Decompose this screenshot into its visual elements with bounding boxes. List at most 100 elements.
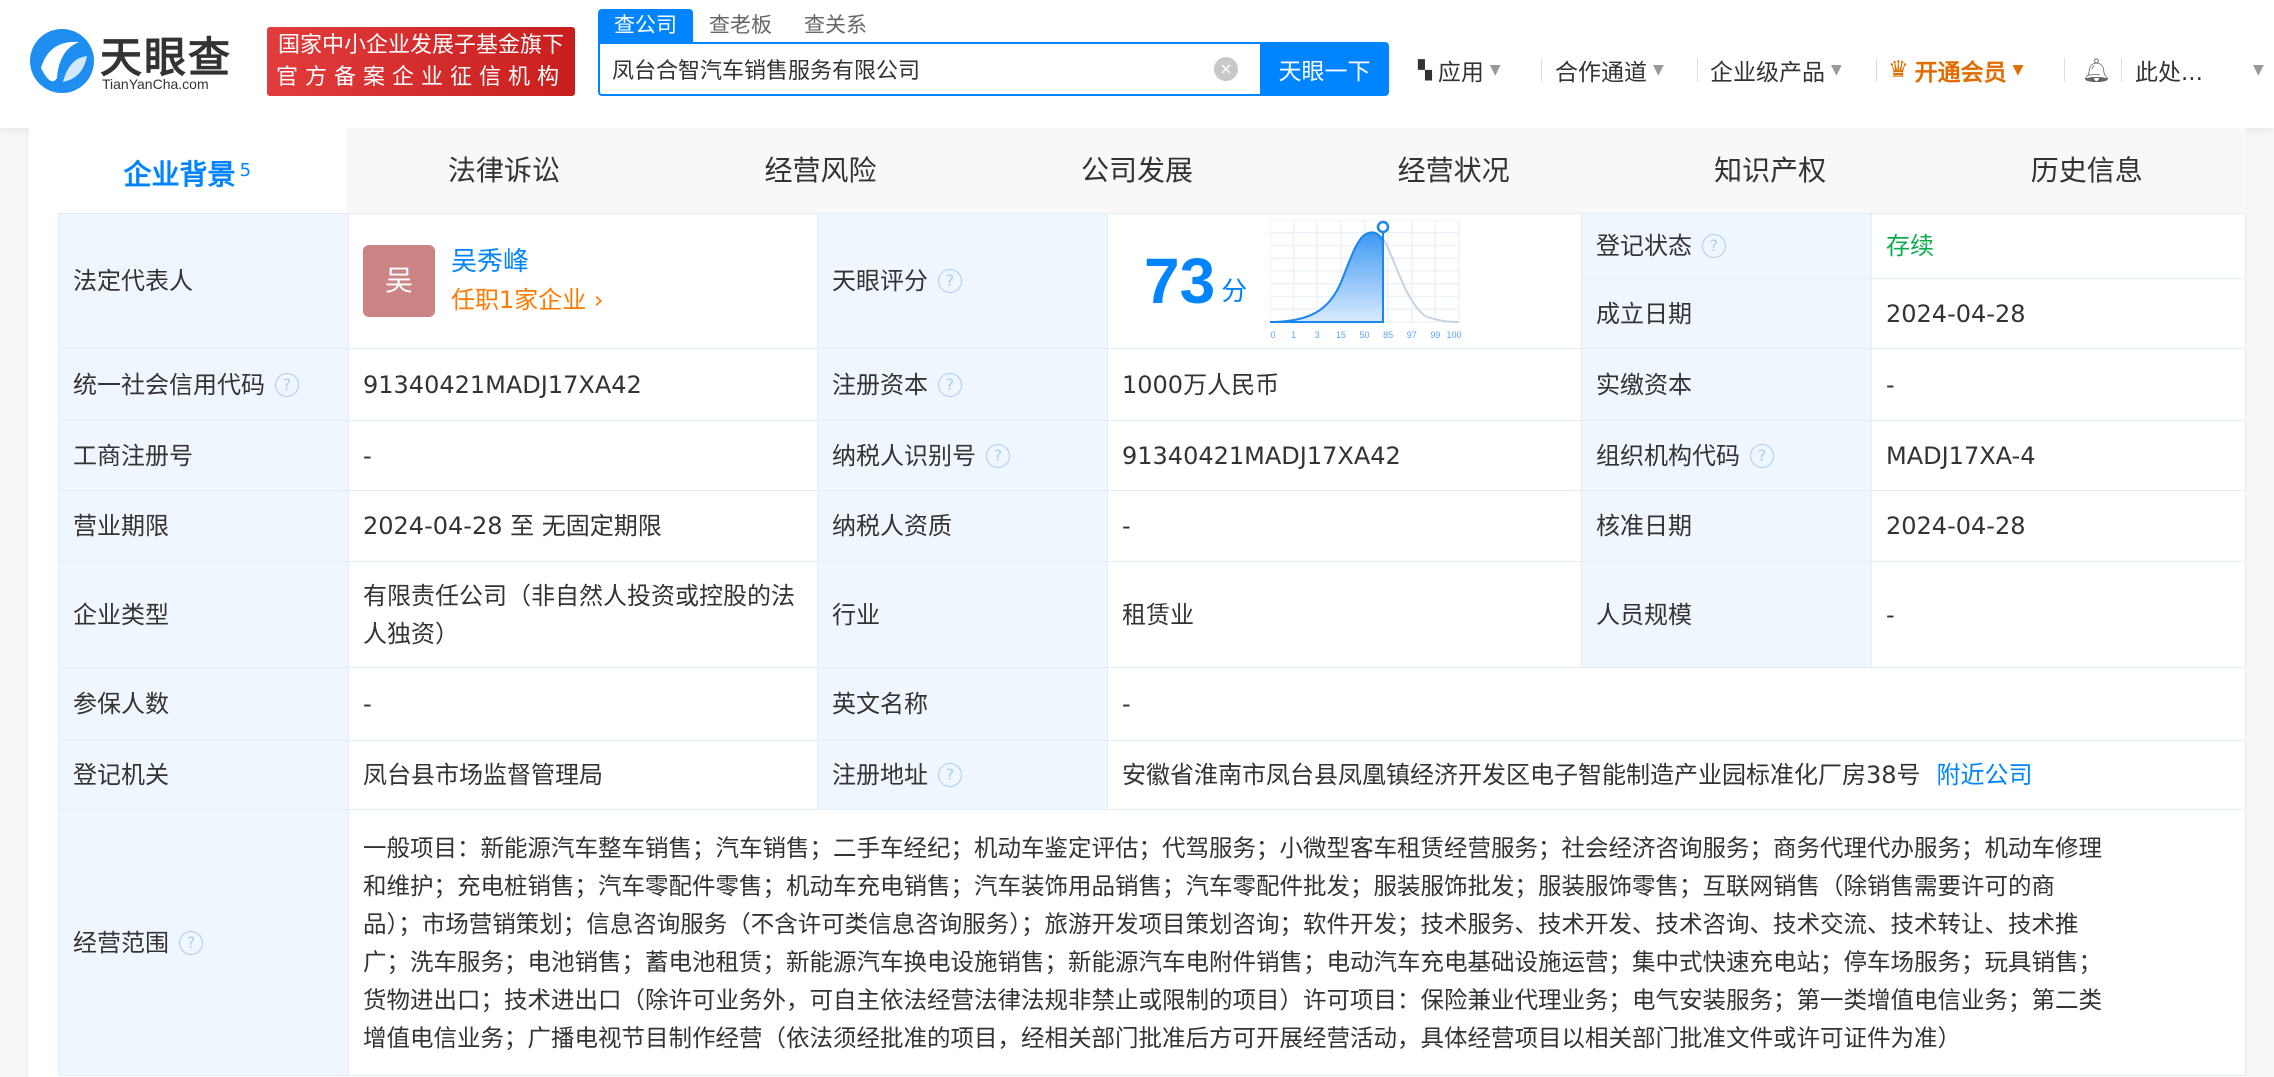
industry-value: 租赁业 <box>1108 562 1582 668</box>
divider <box>1541 58 1542 82</box>
address-label: 注册地址? <box>818 741 1108 810</box>
label-text: 组织机构代码 <box>1596 441 1740 470</box>
scope-line: 一般项目：新能源汽车整车销售；汽车销售；二手车经纪；机动车鉴定评估；代驾服务；小… <box>363 833 2102 862</box>
credit-label: 统一社会信用代码? <box>59 349 349 421</box>
help-icon[interactable]: ? <box>1750 443 1774 468</box>
x-tick-label: 0 <box>1270 330 1275 340</box>
help-icon[interactable]: ? <box>986 443 1010 468</box>
staff-value: - <box>1872 562 2246 668</box>
help-icon[interactable]: ? <box>179 930 203 955</box>
nav-user[interactable]: 此处... ▼ <box>2135 52 2264 88</box>
address-cell: 安徽省淮南市凤台县凤凰镇经济开发区电子智能制造产业园标准化厂房38号 附近公司 <box>1108 741 2246 810</box>
tab-operation[interactable]: 经营状况 <box>1295 128 1612 213</box>
x-tick-label: 99 <box>1430 330 1440 340</box>
scope-line: 广；洗车服务；电池销售；蓄电池租赁；新能源汽车换电设施销售；新能源汽车电附件销售… <box>363 947 2102 976</box>
tab-company-background[interactable]: 企业背景 5 <box>29 128 346 213</box>
label-text: 登记状态 <box>1596 232 1692 260</box>
tab-legal[interactable]: 法律诉讼 <box>346 128 663 213</box>
tab-search-relation[interactable]: 查关系 <box>788 9 883 42</box>
nearby-companies-link[interactable]: 附近公司 <box>1937 756 2033 794</box>
staff-label: 人员规模 <box>1582 562 1872 668</box>
x-tick-label: 85 <box>1383 330 1393 340</box>
search-button[interactable]: 天眼一下 <box>1260 42 1389 96</box>
scope-label: 经营范围? <box>59 810 349 1076</box>
capital-label: 注册资本? <box>818 349 1108 421</box>
nav-label: 此处... <box>2135 60 2203 86</box>
location-pin-icon <box>1376 220 1390 234</box>
score-cell[interactable]: 73 分 0 1 3 15 50 85 97 99 100 <box>1108 214 1582 349</box>
chevron-down-icon: ▼ <box>2252 62 2264 78</box>
scope-value: 一般项目：新能源汽车整车销售；汽车销售；二手车经纪；机动车鉴定评估；代驾服务；小… <box>349 810 2246 1076</box>
tax-qual-label: 纳税人资质 <box>818 491 1108 562</box>
help-icon[interactable]: ? <box>938 763 962 787</box>
divider <box>1876 58 1877 82</box>
clear-icon[interactable]: × <box>1214 57 1238 81</box>
tab-search-company[interactable]: 查公司 <box>598 9 693 42</box>
capital-value: 1000万人民币 <box>1108 349 1582 421</box>
chevron-down-icon: ▼ <box>1653 62 1664 78</box>
term-label: 营业期限 <box>59 491 349 562</box>
score-value: 73 <box>1144 245 1216 317</box>
scope-line: 和维护；充电桩销售；汽车零配件零售；机动车充电销售；汽车装饰用品销售；汽车零配件… <box>363 871 2055 900</box>
tab-development[interactable]: 公司发展 <box>979 128 1296 213</box>
score-distribution-chart: 0 1 3 15 50 85 97 99 100 <box>1270 220 1462 340</box>
nav-label: 应用 <box>1437 60 1484 86</box>
status-value: 存续 <box>1872 214 2246 279</box>
tab-label: 企业背景 <box>123 158 236 191</box>
score-unit: 分 <box>1221 277 1248 307</box>
tax-value: 91340421MADJ17XA42 <box>1108 421 1582 491</box>
tab-history[interactable]: 历史信息 <box>1928 128 2245 213</box>
nav-partner[interactable]: 合作通道 ▼ <box>1555 52 1664 88</box>
logo-subtitle: TianYanCha.com <box>102 76 209 92</box>
tianyancha-logo-icon[interactable] <box>29 28 95 94</box>
tab-risk[interactable]: 经营风险 <box>662 128 979 213</box>
type-value: 有限责任公司（非自然人投资或控股的法人独资） <box>349 562 818 668</box>
help-icon[interactable]: ? <box>275 372 299 397</box>
help-icon[interactable]: ? <box>1702 234 1726 258</box>
help-icon[interactable]: ? <box>938 372 962 397</box>
address-value: 安徽省淮南市凤台县凤凰镇经济开发区电子智能制造产业园标准化厂房38号 <box>1122 761 1921 789</box>
legal-rep-name[interactable]: 吴秀峰 <box>451 243 604 281</box>
x-tick-label: 3 <box>1315 330 1320 340</box>
help-icon[interactable]: ? <box>938 269 962 293</box>
chevron-down-icon: ▼ <box>2012 62 2024 78</box>
org-value: MADJ17XA-4 <box>1872 421 2246 491</box>
label-text: 天眼评分 <box>832 267 928 295</box>
avatar[interactable]: 吴 <box>363 245 435 317</box>
badge-line: 国家中小企业发展子基金旗下 <box>277 33 564 58</box>
nav-label: 合作通道 <box>1555 60 1647 86</box>
top-header: 天眼查 TianYanCha.com 国家中小企业发展子基金旗下 官方备案企业征信… <box>0 0 2274 128</box>
tab-ip[interactable]: 知识产权 <box>1612 128 1929 213</box>
business-info-table: 法定代表人 吴 吴秀峰 任职1家企业 › 登记状态? 存续 天眼评分? 73 分 … <box>58 213 2246 1076</box>
found-value: 2024-04-28 <box>1872 279 2246 349</box>
authority-label: 登记机关 <box>59 741 349 810</box>
tab-search-boss[interactable]: 查老板 <box>693 9 788 42</box>
scope-line: 品）；市场营销策划；信息咨询服务（不含许可类信息咨询服务）；旅游开发项目策划咨询… <box>363 909 2079 938</box>
nav-enterprise[interactable]: 企业级产品 ▼ <box>1710 52 1842 88</box>
legal-rep-cell: 吴 吴秀峰 任职1家企业 › <box>349 214 818 349</box>
insured-value: - <box>349 668 818 741</box>
paid-value: - <box>1872 349 2246 421</box>
industry-label: 行业 <box>818 562 1108 668</box>
section-tabs: 企业背景 5 法律诉讼 经营风险 公司发展 经营状况 知识产权 历史信息 <box>29 128 2245 213</box>
label-text: 注册地址 <box>832 761 928 789</box>
nav-apps[interactable]: ▚ 应用 ▼ <box>1418 52 1501 88</box>
crown-icon: ♛ <box>1888 57 1909 83</box>
legal-rep-companies-link[interactable]: 任职1家企业 › <box>451 281 604 319</box>
tax-qual-value: - <box>1108 491 1582 562</box>
x-tick-label: 1 <box>1291 330 1296 340</box>
scope-line: 增值电信业务；广播电视节目制作经营（依法须经批准的项目，经相关部门批准后方可开展… <box>363 1023 1961 1052</box>
bell-icon[interactable]: 🔔︎ <box>2082 52 2111 88</box>
tab-count: 5 <box>239 160 252 181</box>
nav-vip[interactable]: ♛ 开通会员 ▼ <box>1888 52 2023 88</box>
legal-rep-label: 法定代表人 <box>59 214 349 349</box>
search-box: × <box>598 42 1260 96</box>
english-name-label: 英文名称 <box>818 668 1108 741</box>
nav-label: 企业级产品 <box>1710 60 1825 86</box>
authority-value: 凤台县市场监督管理局 <box>349 741 818 810</box>
search-input[interactable] <box>600 44 1180 94</box>
label-text: 注册资本 <box>832 370 928 399</box>
official-badge: 国家中小企业发展子基金旗下 官方备案企业征信机构 <box>267 27 575 96</box>
label-text: 纳税人识别号 <box>832 441 976 470</box>
term-value: 2024-04-28 至 无固定期限 <box>349 491 818 562</box>
